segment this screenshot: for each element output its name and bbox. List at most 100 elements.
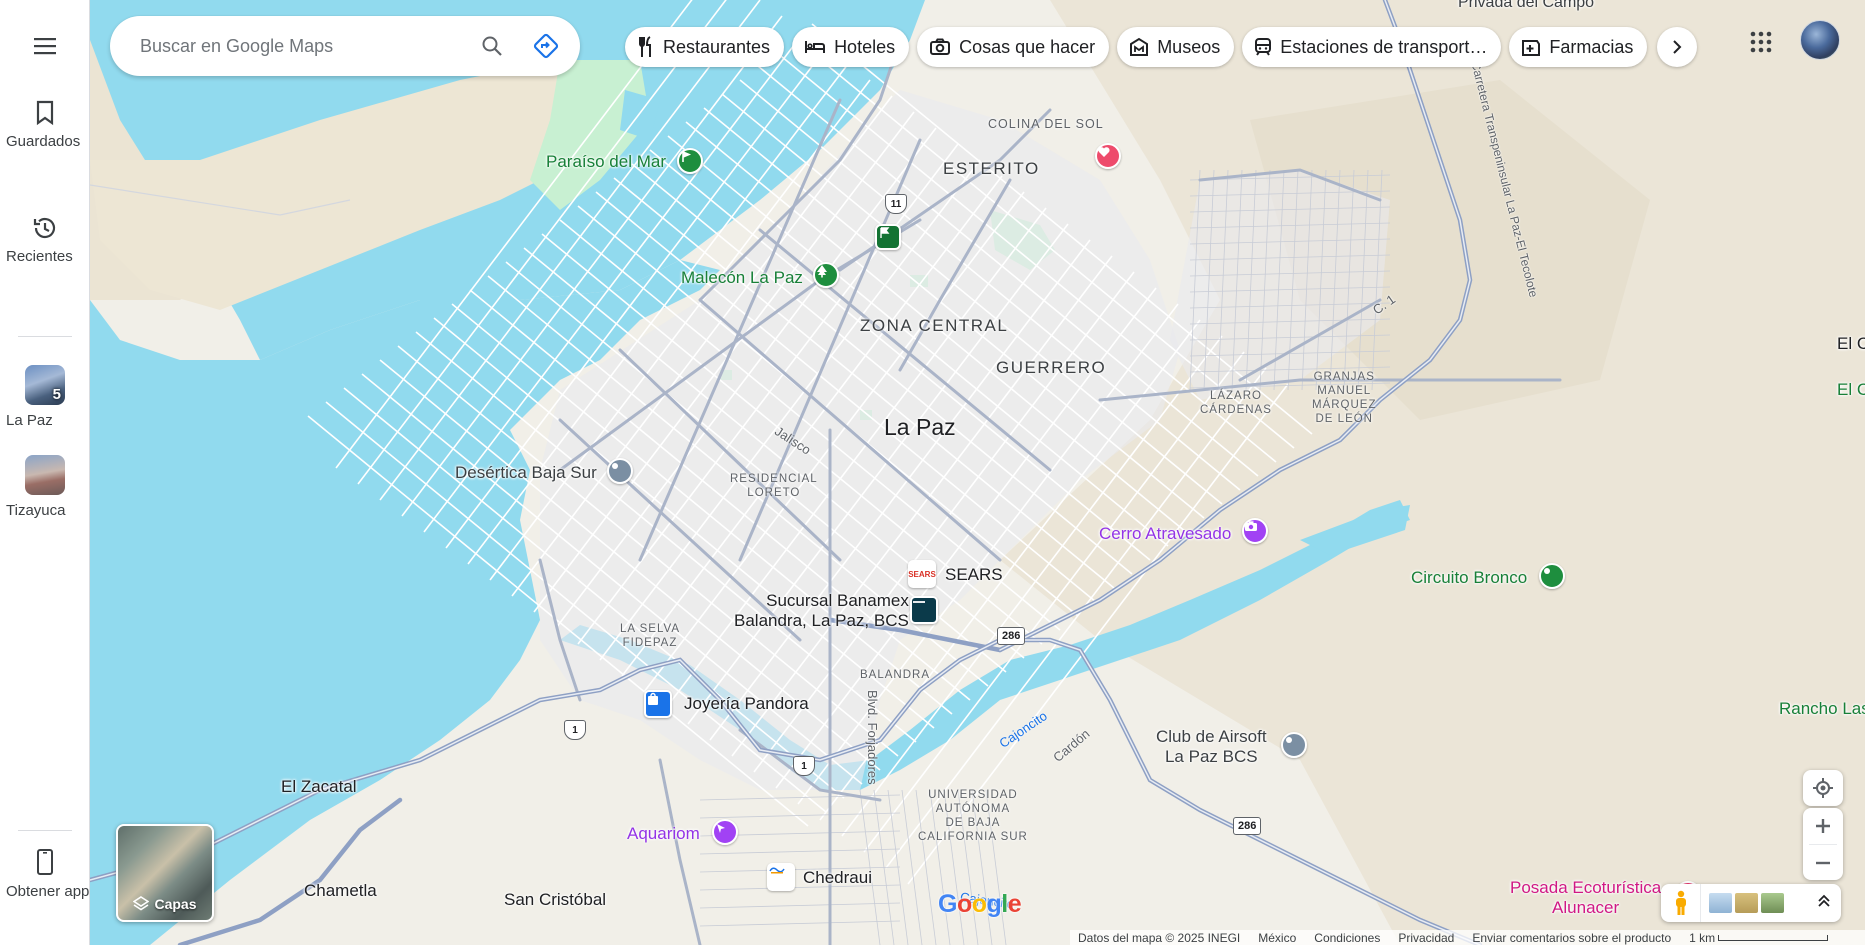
- google-logo-letter: o: [956, 890, 972, 918]
- layers-button[interactable]: Capas: [116, 824, 214, 922]
- expand-panel-button[interactable]: [1817, 894, 1831, 913]
- chip-restaurantes[interactable]: Restaurantes: [625, 27, 785, 67]
- map-footer: Datos del mapa © 2025 INEGI México Condi…: [1070, 930, 1865, 945]
- map-type-preview-1[interactable]: [1709, 893, 1732, 913]
- circuito-bronco-label[interactable]: Circuito Bronco: [1411, 568, 1527, 588]
- google-apps-button[interactable]: [1741, 22, 1781, 62]
- privacy-link[interactable]: Privacidad: [1398, 931, 1454, 945]
- feedback-link[interactable]: Enviar comentarios sobre el producto: [1472, 931, 1671, 945]
- camera-pin-icon[interactable]: [1242, 518, 1268, 544]
- chips-next-button[interactable]: [1657, 27, 1697, 67]
- chip-estaciones-transporte[interactable]: Estaciones de transport…: [1242, 27, 1502, 67]
- account-avatar[interactable]: [1800, 20, 1840, 60]
- location-pin-icon[interactable]: [1281, 732, 1307, 758]
- layers-label: Capas: [154, 896, 197, 912]
- chip-hoteles[interactable]: Hoteles: [792, 27, 910, 67]
- highway-1-shield-2: 1: [793, 756, 815, 776]
- chip-label: Cosas que hacer: [959, 36, 1096, 57]
- store-pin-icon[interactable]: [767, 863, 795, 891]
- flag-pin-icon[interactable]: [875, 224, 901, 250]
- get-app-button[interactable]: Obtener app: [0, 848, 90, 900]
- rancho-label[interactable]: Rancho Las Potrancas: [1779, 699, 1865, 719]
- chevron-right-icon: [1673, 40, 1682, 54]
- joyeria-pandora-label[interactable]: Joyería Pandora: [684, 694, 809, 714]
- zoom-out-button[interactable]: [1803, 845, 1843, 881]
- map-type-preview-2[interactable]: [1735, 893, 1758, 913]
- terms-link[interactable]: Condiciones: [1314, 931, 1380, 945]
- history-icon: [33, 217, 56, 239]
- recent-place-la-paz[interactable]: 5 La Paz: [0, 365, 90, 429]
- desertica-label[interactable]: Desértica Baja Sur: [455, 463, 597, 483]
- highway-286-shield-2: 286: [1233, 817, 1262, 835]
- highway-1-shield: 1: [564, 720, 586, 740]
- scale-line: [1718, 934, 1829, 941]
- el-cajoncito-pin-label[interactable]: El Cajoncito: [1837, 380, 1865, 400]
- location-pin-icon[interactable]: [1539, 563, 1565, 589]
- privada-del-campo-label: Privada del Campo: [1458, 0, 1595, 11]
- rail-divider: [18, 830, 72, 831]
- aquariom-label[interactable]: Aquariom: [627, 824, 700, 844]
- directions-button[interactable]: [526, 26, 566, 66]
- menu-icon: [34, 38, 56, 55]
- universidad-label: UNIVERSIDAD AUTÓNOMA DE BAJA CALIFORNIA …: [918, 789, 1028, 843]
- la-paz-badge: 5: [52, 386, 61, 403]
- my-location-icon: [1813, 778, 1833, 798]
- chip-label: Hoteles: [834, 36, 896, 57]
- google-maps-app: Guardados Recientes 5 La Paz Tizayuca Ob…: [0, 0, 1865, 945]
- search-icon: [482, 36, 502, 56]
- scale-bar[interactable]: 1 km: [1689, 930, 1829, 945]
- train-icon: [1255, 38, 1272, 56]
- recent-place-tizayuca[interactable]: Tizayuca: [0, 455, 90, 519]
- map-canvas[interactable]: Privada del Campo COLINA DEL SOL ESTERIT…: [90, 0, 1865, 945]
- malecon-la-paz-label[interactable]: Malecón La Paz: [681, 268, 803, 288]
- chip-cosas-que-hacer[interactable]: Cosas que hacer: [917, 27, 1110, 67]
- golf-pin-icon[interactable]: [677, 148, 703, 174]
- search-button[interactable]: [472, 26, 512, 66]
- recents-label: Recientes: [6, 248, 73, 265]
- chip-label: Museos: [1157, 36, 1221, 57]
- scale-label: 1 km: [1689, 930, 1716, 945]
- tree-pin-icon[interactable]: [813, 262, 839, 288]
- search-input[interactable]: [140, 35, 460, 57]
- google-logo-letter: o: [971, 890, 987, 918]
- double-chevron-up-icon: [1818, 894, 1830, 907]
- country-link[interactable]: México: [1258, 931, 1296, 945]
- posada-label[interactable]: Posada Ecoturística Alunacer: [1510, 878, 1661, 918]
- highway-286-shield: 286: [997, 627, 1026, 645]
- location-pin-icon[interactable]: [607, 458, 633, 484]
- shopping-bag-pin-icon[interactable]: [644, 690, 672, 718]
- chip-museos[interactable]: Museos: [1117, 27, 1235, 67]
- sears-label[interactable]: SEARS: [945, 565, 1003, 585]
- saved-button[interactable]: Guardados: [0, 100, 90, 150]
- el-zacatal-label: El Zacatal: [281, 777, 357, 796]
- granjas-label: GRANJAS MANUEL MÁRQUEZ DE LEÓN: [1312, 371, 1377, 425]
- el-cajoncito-area-label: El Cajoncito: [1837, 334, 1865, 353]
- banamex-label[interactable]: Sucursal Banamex Balandra, La Paz, BCS: [734, 591, 909, 631]
- my-location-button[interactable]: [1803, 770, 1843, 806]
- paraiso-del-mar-label[interactable]: Paraíso del Mar: [546, 152, 666, 172]
- bank-pin-icon[interactable]: [910, 596, 938, 624]
- museum-icon: [1130, 37, 1149, 56]
- camera-icon: [930, 38, 951, 55]
- pegman-button[interactable]: [1661, 884, 1701, 922]
- recents-button[interactable]: Recientes: [0, 215, 90, 265]
- favorite-heart-pin-icon[interactable]: [1095, 143, 1121, 169]
- category-chips: Restaurantes Hoteles Cosas que hacer Mus…: [625, 27, 1648, 67]
- zona-central-label: ZONA CENTRAL: [860, 316, 1009, 335]
- chip-label: Farmacias: [1549, 36, 1634, 57]
- attraction-pin-icon[interactable]: [712, 819, 738, 845]
- zoom-in-button[interactable]: [1803, 808, 1843, 844]
- chip-farmacias[interactable]: Farmacias: [1509, 27, 1648, 67]
- fork-knife-icon: [639, 36, 651, 57]
- bottom-map-panel: [1661, 884, 1841, 922]
- cerro-atravesado-label[interactable]: Cerro Atravesado: [1099, 524, 1231, 544]
- chedraui-label[interactable]: Chedraui: [803, 868, 872, 888]
- la-paz-thumbnail: 5: [25, 365, 65, 405]
- map-type-preview-3[interactable]: [1761, 893, 1784, 913]
- menu-button[interactable]: [25, 30, 65, 62]
- lazaro-cardenas-label: LÁZARO CÁRDENAS: [1200, 390, 1272, 416]
- plus-icon: [1816, 819, 1830, 833]
- sears-pin-icon[interactable]: SEARS: [908, 560, 936, 588]
- guerrero-label: GUERRERO: [996, 358, 1107, 377]
- club-airsoft-label[interactable]: Club de Airsoft La Paz BCS: [1156, 727, 1267, 767]
